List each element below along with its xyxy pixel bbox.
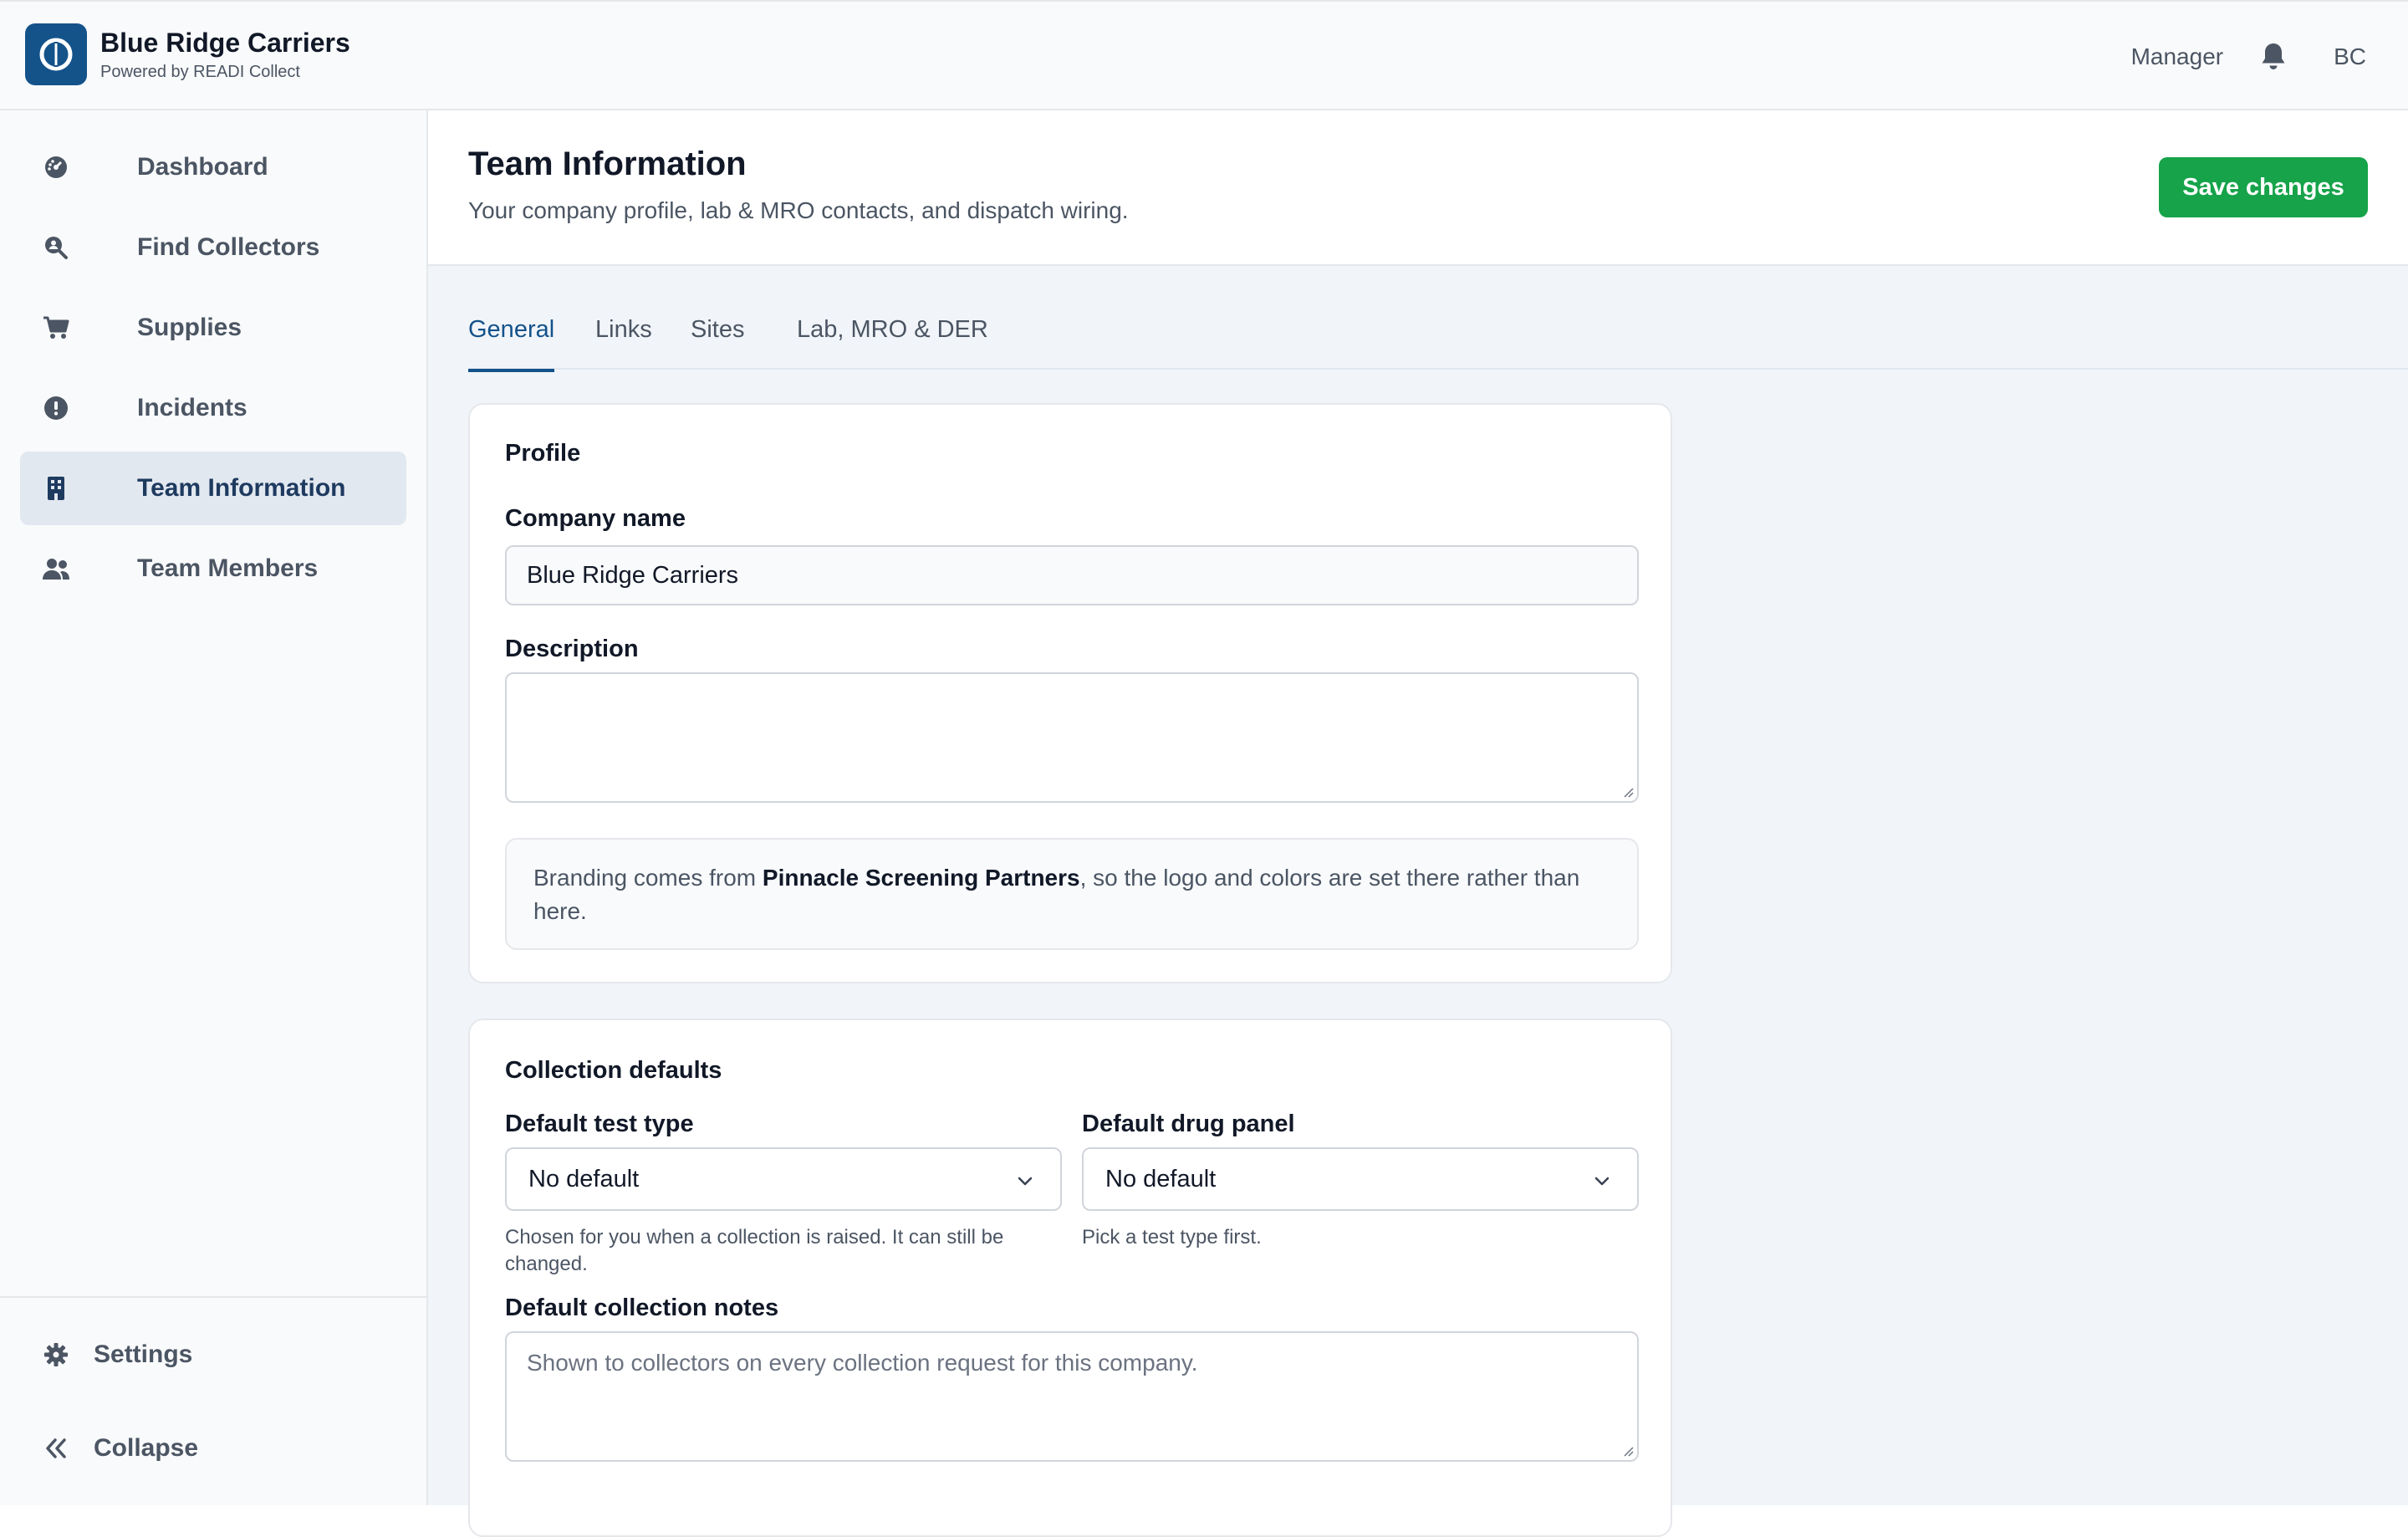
sidebar-item-supplies[interactable]: Supplies [20,291,406,365]
users-icon [42,554,70,583]
company-name-label: Company name [505,505,686,532]
cart-icon [42,314,70,342]
sidebar-item-find-collectors[interactable]: Find Collectors [20,211,406,284]
description-textarea[interactable] [505,672,1639,803]
settings-label: Settings [94,1340,193,1368]
tab-general[interactable]: General [468,316,555,372]
tab-lab-mro-der[interactable]: Lab, MRO & DER [797,316,988,369]
sidebar-item-label: Supplies [137,314,242,341]
notes-placeholder: Shown to collectors on every collection … [527,1350,1198,1376]
chevron-down-icon [1018,1177,1033,1186]
default-test-type-select[interactable]: No default [505,1147,1062,1211]
default-test-type-label: Default test type [505,1111,694,1137]
default-collection-notes-textarea[interactable]: Shown to collectors on every collection … [505,1331,1639,1462]
page-header: Team Information Your company profile, l… [428,110,2408,266]
sidebar-item-label: Incidents [137,394,247,421]
collapse-label: Collapse [94,1434,199,1462]
sidebar-item-label: Team Information [137,474,346,502]
profile-title: Profile [505,440,581,467]
readi-logo-icon [25,23,87,85]
sidebar-item-label: Dashboard [137,153,268,181]
save-changes-button[interactable]: Save changes [2159,157,2368,217]
sidebar-item-label: Find Collectors [137,233,320,261]
main-content: General Links Sites Lab, MRO & DER Profi… [428,266,2408,1537]
default-collection-notes-label: Default collection notes [505,1294,779,1321]
tab-bar: General Links Sites Lab, MRO & DER [468,266,2408,372]
avatar[interactable]: BC [2334,43,2366,70]
sidebar-item-dashboard[interactable]: Dashboard [20,130,406,204]
default-drug-panel-value: No default [1105,1165,1217,1192]
bell-icon[interactable] [2257,40,2290,74]
default-test-type-value: No default [528,1165,640,1192]
sidebar-item-label: Team Members [137,554,319,582]
chevrons-left-icon [42,1434,70,1463]
collection-defaults-title: Collection defaults [505,1057,722,1084]
sidebar-item-team-members[interactable]: Team Members [20,532,406,605]
description-label: Description [505,636,639,662]
branding-note: Branding comes from Pinnacle Screening P… [505,838,1639,950]
alert-circle-icon [42,394,70,422]
branding-partner-name: Pinnacle Screening Partners [762,865,1080,891]
chevron-down-icon [1594,1177,1610,1186]
tab-links[interactable]: Links [595,316,652,369]
gear-icon [42,1340,70,1369]
resize-handle-icon[interactable] [1620,784,1634,798]
brand-subtitle: Powered by READI Collect [100,63,300,81]
search-person-icon [42,233,70,262]
sidebar: Dashboard Find Collectors Supplies Incid… [0,110,428,1505]
default-drug-panel-select[interactable]: No default [1082,1147,1639,1211]
default-drug-panel-hint: Pick a test type first. [1082,1226,1262,1248]
branding-note-prefix: Branding comes from [533,865,763,891]
collapse-button[interactable]: Collapse [42,1423,198,1473]
role-label[interactable]: Manager [2131,43,2224,70]
sidebar-footer: Settings Collapse [0,1296,426,1505]
page-subtitle: Your company profile, lab & MRO contacts… [468,197,1129,223]
default-test-type-hint: Chosen for you when a collection is rais… [505,1226,1004,1275]
brand-title: Blue Ridge Carriers [100,28,350,58]
resize-handle-icon[interactable] [1620,1443,1634,1457]
settings-button[interactable]: Settings [42,1330,192,1380]
company-name-input[interactable]: Blue Ridge Carriers [505,545,1639,605]
sidebar-item-incidents[interactable]: Incidents [20,371,406,445]
profile-card: Profile Company name Blue Ridge Carriers… [468,403,1672,983]
dashboard-gauge-icon [42,153,70,181]
tab-sites[interactable]: Sites [691,316,744,369]
brand[interactable]: Blue Ridge Carriers Powered by READI Col… [25,23,350,85]
sidebar-item-team-information[interactable]: Team Information [20,452,406,525]
sidebar-nav: Dashboard Find Collectors Supplies Incid… [20,130,406,612]
building-icon [42,474,70,503]
top-bar: Blue Ridge Carriers Powered by READI Col… [0,0,2408,110]
page-title: Team Information [468,146,747,182]
default-drug-panel-label: Default drug panel [1082,1111,1295,1137]
collection-defaults-card: Collection defaults Default test type No… [468,1019,1672,1537]
